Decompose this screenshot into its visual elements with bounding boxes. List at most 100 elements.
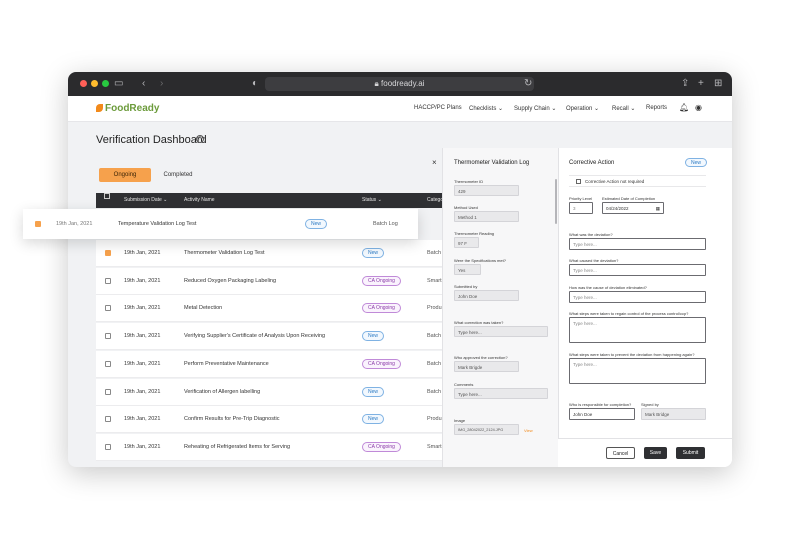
row-date: 19th Jan, 2021 — [56, 221, 93, 227]
row-checkbox[interactable] — [105, 416, 111, 423]
notification-bell-icon[interactable]: 🔔︎ — [679, 103, 689, 112]
sidebar-icon[interactable]: ▭ — [114, 77, 123, 91]
row-checkbox[interactable] — [35, 221, 41, 227]
priority-label: Priority Level — [569, 196, 593, 201]
tab-overview-icon[interactable]: ⊞ — [714, 77, 722, 91]
method-used-field: Method 1 — [454, 211, 519, 222]
regain-textarea[interactable]: Type here... — [569, 317, 706, 343]
row-date: 19th Jan, 2021 — [124, 333, 161, 340]
reload-icon[interactable]: ↻ — [524, 77, 532, 91]
nav-operation[interactable]: Operation ⌄ — [566, 105, 599, 112]
maximize-window-button[interactable] — [102, 80, 109, 87]
row-activity: Thermometer Validation Log Test — [184, 250, 265, 256]
comments-input[interactable]: Type here... — [454, 388, 548, 399]
header-submission-date[interactable]: Submission Date ⌄ — [124, 193, 167, 208]
tab-completed[interactable]: Completed — [155, 168, 201, 182]
table-row[interactable]: 19th Jan, 2021 Confirm Results for Pre-Tr… — [96, 406, 448, 434]
nav-recall[interactable]: Recall ⌄ — [612, 105, 635, 112]
nav-haccp[interactable]: HACCP/PC Plans — [414, 105, 462, 111]
table-row[interactable]: 19th Jan, 2021 Verification of Allergen l… — [96, 378, 448, 406]
row-checkbox[interactable] — [105, 305, 111, 312]
form-footer: Cancel Save Submit — [558, 438, 732, 467]
cancel-button[interactable]: Cancel — [606, 447, 635, 459]
approved-label: Who approved the correction? — [454, 355, 508, 360]
cause-input[interactable]: Type here... — [569, 264, 706, 276]
row-checkbox[interactable] — [105, 277, 111, 284]
close-window-button[interactable] — [80, 80, 87, 87]
url-text: foodready.ai — [381, 79, 425, 88]
table-row[interactable]: 19th Jan, 2021 Verifying Supplier's Certi… — [96, 323, 448, 351]
row-checkbox[interactable] — [105, 333, 111, 340]
new-tab-icon[interactable]: + — [698, 77, 704, 91]
brand-name: FoodReady — [105, 103, 160, 114]
tab-ongoing[interactable]: Ongoing — [99, 168, 151, 182]
row-date: 19th Jan, 2021 — [124, 360, 161, 367]
approved-by-field: Mark Brigde — [454, 361, 519, 372]
prevent-question: What steps were taken to prevent the dev… — [569, 352, 695, 357]
page-title: Verification Dashboard — [96, 134, 207, 146]
eliminated-input[interactable]: Type here... — [569, 291, 706, 303]
log-panel-scrollbar[interactable] — [555, 179, 557, 224]
image-view-link[interactable]: View — [524, 428, 533, 433]
table-row[interactable]: 19th Jan, 2021 Metal Detection CA Ongoing P… — [96, 295, 448, 323]
minimize-window-button[interactable] — [91, 80, 98, 87]
responsible-label: Who is responsible for completion? — [569, 402, 632, 407]
ca-not-required-checkbox[interactable] — [576, 179, 581, 184]
row-activity: Verification of Allergen labelling — [184, 388, 261, 395]
brand-logo[interactable]: FoodReady — [96, 103, 159, 114]
row-date: 19th Jan, 2021 — [124, 388, 161, 395]
calendar-icon[interactable]: ▦ — [656, 203, 660, 215]
header-status[interactable]: Status ⌄ — [362, 193, 382, 208]
info-icon[interactable]: ? — [196, 135, 204, 143]
row-category: Batch — [427, 388, 442, 395]
table-row[interactable]: 19th Jan, 2021 Perform Preventative Maint… — [96, 350, 448, 378]
user-profile-icon[interactable]: ◉ — [695, 103, 702, 112]
est-date-input[interactable]: 04/24/2022 ▦ — [602, 202, 664, 214]
prevent-textarea[interactable]: Type here... — [569, 358, 706, 384]
dragged-table-row[interactable]: 19th Jan, 2021 Temperature Validation Lo… — [23, 209, 418, 239]
back-icon[interactable]: ‹ — [142, 77, 145, 91]
table-row[interactable]: 19th Jan, 2021 Reheating of Refrigerated … — [96, 433, 448, 461]
table-header: Submission Date ⌄ Activity Name Status ⌄… — [96, 193, 448, 208]
row-category: Batch — [427, 333, 442, 340]
row-status-badge: New — [362, 414, 385, 425]
deviation-input[interactable]: Type here... — [569, 238, 706, 250]
row-checkbox[interactable] — [105, 360, 111, 367]
forward-icon[interactable]: › — [160, 77, 163, 91]
close-icon[interactable]: × — [432, 158, 437, 167]
nav-reports[interactable]: Reports — [646, 105, 667, 111]
comments-label: Comments — [454, 382, 474, 387]
privacy-shield-icon[interactable]: ◐ — [252, 77, 258, 91]
share-icon[interactable]: ⇪ — [681, 77, 689, 91]
row-status-badge: CA Ongoing — [362, 358, 401, 369]
row-category: Batch — [427, 250, 442, 256]
correction-input[interactable]: Type here... — [454, 326, 548, 337]
nav-checklists[interactable]: Checklists ⌄ — [469, 105, 503, 112]
priority-input[interactable]: 3 — [569, 202, 593, 214]
log-panel-title: Thermometer Validation Log — [454, 160, 530, 166]
regain-question: What steps were taken to regain control … — [569, 311, 689, 316]
ca-status-badge: New — [685, 158, 708, 167]
submitted-by-label: Submitted by — [454, 284, 478, 289]
specs-met-field: Yes — [454, 264, 481, 275]
nav-supply-chain[interactable]: Supply Chain ⌄ — [514, 105, 556, 112]
responsible-input[interactable]: John Doe — [569, 408, 635, 420]
row-status-badge: New — [362, 331, 385, 342]
row-checkbox[interactable] — [105, 250, 111, 256]
image-label: Image — [454, 418, 466, 423]
signed-by-field: Mark Bridge — [641, 408, 706, 420]
table-row[interactable]: 19th Jan, 2021 Reduced Oxygen Packaging L… — [96, 267, 448, 295]
row-checkbox[interactable] — [105, 443, 111, 450]
leaf-icon — [96, 104, 103, 112]
submitted-by-field: John Doe — [454, 290, 519, 301]
address-bar[interactable]: 🔒︎ foodready.ai — [265, 77, 534, 91]
select-all-checkbox[interactable] — [104, 193, 110, 199]
row-category: Smart — [427, 277, 442, 284]
row-activity: Perform Preventative Maintenance — [184, 360, 269, 367]
thermometer-log-panel: Thermometer Validation Log Thermometer I… — [442, 148, 558, 467]
submit-button[interactable]: Submit — [676, 447, 705, 459]
table-row[interactable]: 19th Jan, 2021 Thermometer Validation Log… — [96, 240, 448, 267]
row-checkbox[interactable] — [105, 388, 111, 395]
save-button[interactable]: Save — [644, 447, 667, 459]
deviation-question: What was the deviation? — [569, 232, 613, 237]
